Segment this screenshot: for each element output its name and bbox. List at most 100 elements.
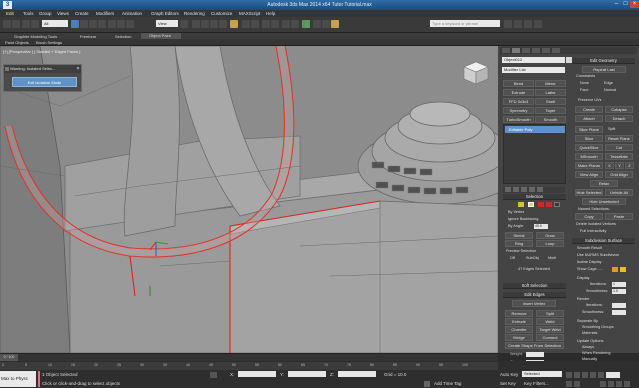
grid-align-button[interactable]: Grid Align (605, 171, 633, 178)
next-frame-icon[interactable] (590, 372, 596, 378)
remove-button[interactable]: Remove (505, 310, 533, 317)
close-icon[interactable]: × (630, 1, 639, 8)
rectangular-selection-icon[interactable] (89, 20, 97, 28)
update-always-radio[interactable]: Always (582, 345, 594, 349)
update-when-rendering-radio[interactable]: When Rendering (582, 351, 611, 355)
ring-button[interactable]: Ring (505, 240, 533, 247)
search-icon[interactable] (504, 20, 512, 28)
viewport-label[interactable]: [+] [Perspective ] [ Shaded + Edged Face… (3, 49, 80, 54)
menu-animation[interactable]: Animation (122, 11, 142, 16)
split-button[interactable]: Split (536, 310, 564, 317)
paste-button[interactable]: Paste (605, 213, 633, 220)
delete-isolated-vertices-checkbox[interactable]: Delete Isolated Vertices (576, 222, 616, 226)
modifier-extrude-button[interactable]: Extrude (503, 89, 534, 96)
msmooth-button[interactable]: MSmooth (575, 153, 603, 160)
planar-y-button[interactable]: Y (615, 162, 624, 169)
planar-x-button[interactable]: X (605, 162, 614, 169)
border-mode-icon[interactable] (538, 202, 544, 207)
isolation-dialog-title[interactable]: Warning: Isolated Selec... (4, 65, 81, 73)
shrink-button[interactable]: Shrink (505, 232, 533, 239)
select-link-icon[interactable] (22, 20, 30, 28)
redo-icon[interactable] (12, 20, 20, 28)
connect-button[interactable]: Connect (536, 334, 564, 341)
unhide-all-button[interactable]: Unhide All (605, 189, 633, 196)
maxscript-listener[interactable]: Max to Physc (0, 371, 36, 387)
maximize-viewport-icon[interactable] (624, 381, 630, 387)
graphite-toggle-icon[interactable] (271, 20, 279, 28)
panel-paint-objects[interactable]: Paint Objects (5, 40, 29, 45)
loop-button[interactable]: Loop (536, 240, 564, 247)
orbit-icon[interactable] (616, 381, 622, 387)
percent-snap-icon[interactable] (210, 20, 218, 28)
viewcube-icon[interactable] (462, 60, 490, 86)
utilities-tab-icon[interactable] (552, 48, 560, 53)
edge-mode-icon[interactable] (528, 202, 534, 207)
maximize-icon[interactable]: □ (621, 1, 630, 8)
isoline-display-checkbox[interactable]: Isoline Display (577, 260, 601, 264)
previous-frame-icon[interactable] (574, 372, 580, 378)
preserve-uvs-checkbox[interactable]: Preserve UVs (578, 98, 601, 102)
modifier-bend-button[interactable]: Bend (503, 80, 534, 87)
cut-button[interactable]: Cut (605, 144, 633, 151)
soft-selection-rollout-header[interactable]: Soft Selection (503, 283, 566, 289)
add-time-tag-button[interactable]: Add Time Tag (434, 381, 461, 386)
tessellate-button[interactable]: Tessellate (605, 153, 633, 160)
polygon-mode-icon[interactable] (546, 202, 552, 207)
stack-item-editable-poly[interactable]: Editable Poly (505, 126, 565, 133)
communication-center-icon[interactable] (514, 20, 522, 28)
constraint-face-radio[interactable]: Face (580, 88, 588, 92)
object-name-field[interactable]: Object012 (502, 57, 565, 63)
quickslice-button[interactable]: QuickSlice (575, 144, 603, 151)
display-tab-icon[interactable] (542, 48, 550, 53)
track-bar[interactable]: 0 5 10 15 20 25 30 35 40 45 50 55 60 65 … (0, 362, 498, 370)
set-key-button[interactable]: Set Key (500, 381, 516, 386)
menu-create[interactable]: Create (75, 11, 89, 16)
create-button[interactable]: Create (575, 106, 603, 113)
insert-vertex-button[interactable]: Insert Vertex (512, 300, 556, 307)
modifier-turbosmooth-button[interactable]: TurboSmooth (503, 116, 534, 123)
cage-selection-color-swatch[interactable] (620, 267, 626, 272)
slice-button[interactable]: Slice (575, 135, 603, 142)
menu-customize[interactable]: Customize (211, 11, 232, 16)
schematic-view-icon[interactable] (291, 20, 299, 28)
menu-maxscript[interactable]: MAXScript (239, 11, 260, 16)
modifier-ffd-button[interactable]: FFD 3x3x3 (503, 98, 534, 105)
lock-selection-icon[interactable] (210, 372, 217, 378)
preview-subobj-radio[interactable]: SubObj (526, 256, 539, 260)
modifier-symmetry-button[interactable]: Symmetry (503, 107, 534, 114)
go-to-end-icon[interactable] (598, 372, 604, 378)
key-mode-selected-dropdown[interactable]: Selected (522, 371, 562, 377)
undo-icon[interactable] (3, 20, 11, 28)
named-selection-icon[interactable] (230, 20, 238, 28)
preview-multi-radio[interactable]: Multi (548, 256, 556, 260)
edit-geometry-rollout-header[interactable]: Edit Geometry (572, 58, 635, 64)
collapse-button[interactable]: Collapse (605, 106, 633, 113)
weight-field[interactable] (526, 352, 544, 357)
key-filters-button[interactable]: Key Filters... (524, 381, 549, 386)
modifier-stack[interactable]: Editable Poly (503, 124, 566, 184)
panel-brush-settings[interactable]: Brush Settings (36, 40, 62, 45)
render-smoothness-field[interactable] (612, 310, 626, 315)
constraint-normal-radio[interactable]: Normal (604, 88, 616, 92)
show-end-result-icon[interactable] (513, 187, 519, 192)
unlink-icon[interactable] (31, 20, 39, 28)
target-weld-button[interactable]: Target Weld (536, 326, 564, 333)
time-configuration-icon[interactable] (574, 381, 580, 387)
grow-button[interactable]: Grow (536, 232, 564, 239)
current-frame-field[interactable] (606, 372, 620, 378)
by-vertex-checkbox[interactable]: By Vertex (508, 210, 524, 214)
select-by-name-icon[interactable] (80, 20, 88, 28)
edit-edges-rollout-header[interactable]: Edit Edges (503, 292, 566, 298)
angle-snap-icon[interactable] (201, 20, 209, 28)
slice-plane-button[interactable]: Slice Plane (575, 126, 603, 133)
favorites-star-icon[interactable] (524, 20, 532, 28)
rotate-icon[interactable] (117, 20, 125, 28)
menu-rendering[interactable]: Rendering (184, 11, 205, 16)
by-angle-checkbox[interactable]: By Angle: (508, 224, 524, 228)
planar-z-button[interactable]: Z (625, 162, 634, 169)
pan-icon[interactable] (608, 381, 614, 387)
curve-editor-icon[interactable] (282, 20, 290, 28)
exit-isolation-mode-button[interactable]: Exit Isolation Mode (12, 77, 77, 87)
move-icon[interactable] (108, 20, 116, 28)
selection-rollout-header[interactable]: Selection (503, 194, 566, 200)
